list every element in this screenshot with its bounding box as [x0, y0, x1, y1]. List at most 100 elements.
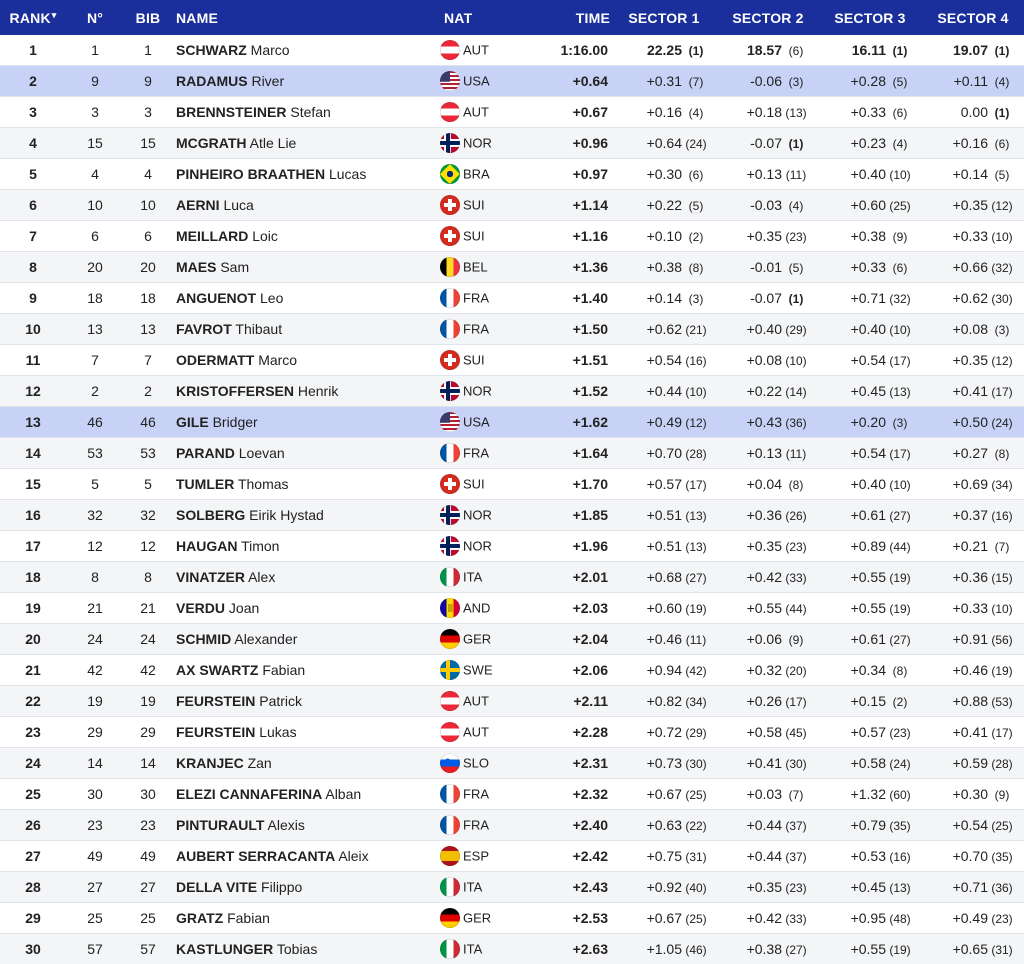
athlete-name-cell[interactable]: HAUGAN Timon	[172, 531, 440, 562]
table-row[interactable]: 241414KRANJEC ZanSLO+2.31+0.73(30)+0.41(…	[0, 748, 1024, 779]
athlete-name-cell[interactable]: MEILLARD Loic	[172, 221, 440, 252]
sector-2-cell: -0.07(1)	[718, 128, 818, 159]
athlete-name-cell[interactable]: VINATZER Alex	[172, 562, 440, 593]
table-row[interactable]: 221919FEURSTEIN PatrickAUT+2.11+0.82(34)…	[0, 686, 1024, 717]
table-row[interactable]: 1555TUMLER ThomasSUI+1.70+0.57(17)+0.04(…	[0, 469, 1024, 500]
table-row[interactable]: 202424SCHMID AlexanderGER+2.04+0.46(11)+…	[0, 624, 1024, 655]
sector-rank: (27)	[682, 571, 710, 585]
athlete-name-cell[interactable]: DELLA VITE Filippo	[172, 872, 440, 903]
table-row[interactable]: 82020MAES SamBEL+1.36+0.38(8)-0.01(5)+0.…	[0, 252, 1024, 283]
nat-header[interactable]: NAT	[440, 0, 530, 35]
bib-header[interactable]: BIB	[124, 0, 172, 35]
table-row[interactable]: 163232SOLBERG Eirik HystadNOR+1.85+0.51(…	[0, 500, 1024, 531]
table-row[interactable]: 232929FEURSTEIN LukasAUT+2.28+0.72(29)+0…	[0, 717, 1024, 748]
table-row[interactable]: 292525GRATZ FabianGER+2.53+0.67(25)+0.42…	[0, 903, 1024, 934]
sector-4-cell: +0.37(16)	[922, 500, 1024, 531]
start-number-cell: 20	[66, 252, 124, 283]
sector-rank: (44)	[886, 540, 914, 554]
athlete-name-cell[interactable]: PINHEIRO BRAATHEN Lucas	[172, 159, 440, 190]
athlete-name-cell[interactable]: VERDU Joan	[172, 593, 440, 624]
rank-cell: 4	[0, 128, 66, 159]
flag-sui-icon	[440, 474, 460, 494]
table-row[interactable]: 305757KASTLUNGER TobiasITA+2.63+1.05(46)…	[0, 934, 1024, 964]
table-row[interactable]: 1222KRISTOFFERSEN HenrikNOR+1.52+0.44(10…	[0, 376, 1024, 407]
no-header[interactable]: N°	[66, 0, 124, 35]
table-row[interactable]: 299RADAMUS RiverUSA+0.64+0.31(7)-0.06(3)…	[0, 66, 1024, 97]
athlete-name-cell[interactable]: MCGRATH Atle Lie	[172, 128, 440, 159]
sector-1-header[interactable]: SECTOR 1	[610, 0, 718, 35]
athlete-name-cell[interactable]: AX SWARTZ Fabian	[172, 655, 440, 686]
sector-value: +0.11	[954, 73, 988, 89]
sector-value: +0.36	[953, 569, 988, 585]
sector-2-header[interactable]: SECTOR 2	[718, 0, 818, 35]
sector-3-cell: +0.61(27)	[818, 500, 922, 531]
flag-sui-icon	[440, 350, 460, 370]
sector-4-header[interactable]: SECTOR 4	[922, 0, 1024, 35]
sector-2-cell: +0.04(8)	[718, 469, 818, 500]
table-row[interactable]: 101313FAVROT ThibautFRA+1.50+0.62(21)+0.…	[0, 314, 1024, 345]
table-row[interactable]: 171212HAUGAN TimonNOR+1.96+0.51(13)+0.35…	[0, 531, 1024, 562]
athlete-name-cell[interactable]: BRENNSTEINER Stefan	[172, 97, 440, 128]
athlete-name-cell[interactable]: SCHMID Alexander	[172, 624, 440, 655]
table-row[interactable]: 1888VINATZER AlexITA+2.01+0.68(27)+0.42(…	[0, 562, 1024, 593]
athlete-name-cell[interactable]: MAES Sam	[172, 252, 440, 283]
table-row[interactable]: 274949AUBERT SERRACANTA AleixESP+2.42+0.…	[0, 841, 1024, 872]
athlete-name-cell[interactable]: SCHWARZ Marco	[172, 35, 440, 66]
nation-code: FRA	[463, 818, 489, 833]
table-row[interactable]: 766MEILLARD LoicSUI+1.16+0.10(2)+0.35(23…	[0, 221, 1024, 252]
table-row[interactable]: 214242AX SWARTZ FabianSWE+2.06+0.94(42)+…	[0, 655, 1024, 686]
rank-header[interactable]: RANK▾	[0, 0, 66, 35]
table-row[interactable]: 134646GILE BridgerUSA+1.62+0.49(12)+0.43…	[0, 407, 1024, 438]
time-cell: +2.28	[530, 717, 610, 748]
table-row[interactable]: 1177ODERMATT MarcoSUI+1.51+0.54(16)+0.08…	[0, 345, 1024, 376]
athlete-name-cell[interactable]: AUBERT SERRACANTA Aleix	[172, 841, 440, 872]
athlete-name-cell[interactable]: RADAMUS River	[172, 66, 440, 97]
table-row[interactable]: 41515MCGRATH Atle LieNOR+0.96+0.64(24)-0…	[0, 128, 1024, 159]
sector-3-cell: +1.32(60)	[818, 779, 922, 810]
table-row[interactable]: 282727DELLA VITE FilippoITA+2.43+0.92(40…	[0, 872, 1024, 903]
athlete-name-cell[interactable]: FAVROT Thibaut	[172, 314, 440, 345]
athlete-name-cell[interactable]: KRISTOFFERSEN Henrik	[172, 376, 440, 407]
athlete-name-cell[interactable]: TUMLER Thomas	[172, 469, 440, 500]
table-row[interactable]: 192121VERDU JoanAND+2.03+0.60(19)+0.55(4…	[0, 593, 1024, 624]
sector-1-cell: +0.46(11)	[610, 624, 718, 655]
sector-rank: (35)	[886, 819, 914, 833]
time-cell: +2.53	[530, 903, 610, 934]
table-row[interactable]: 111SCHWARZ MarcoAUT1:16.0022.25(1)18.57(…	[0, 35, 1024, 66]
table-row[interactable]: 333BRENNSTEINER StefanAUT+0.67+0.16(4)+0…	[0, 97, 1024, 128]
bib-cell: 57	[124, 934, 172, 964]
sector-4-cell: +0.36(15)	[922, 562, 1024, 593]
athlete-name-cell[interactable]: KRANJEC Zan	[172, 748, 440, 779]
name-header[interactable]: NAME	[172, 0, 440, 35]
athlete-name-cell[interactable]: KASTLUNGER Tobias	[172, 934, 440, 964]
athlete-name-cell[interactable]: PINTURAULT Alexis	[172, 810, 440, 841]
athlete-name-cell[interactable]: ANGUENOT Leo	[172, 283, 440, 314]
nation-cell: SUI	[440, 345, 530, 376]
table-row[interactable]: 262323PINTURAULT AlexisFRA+2.40+0.63(22)…	[0, 810, 1024, 841]
time-header[interactable]: TIME	[530, 0, 610, 35]
athlete-name-cell[interactable]: AERNI Luca	[172, 190, 440, 221]
sector-3-header[interactable]: SECTOR 3	[818, 0, 922, 35]
sector-rank: (4)	[682, 106, 710, 120]
sector-value: +0.38	[747, 941, 782, 957]
athlete-name-cell[interactable]: GRATZ Fabian	[172, 903, 440, 934]
nation-cell: FRA	[440, 779, 530, 810]
athlete-name-cell[interactable]: ELEZI CANNAFERINA Alban	[172, 779, 440, 810]
athlete-name-cell[interactable]: SOLBERG Eirik Hystad	[172, 500, 440, 531]
athlete-name-cell[interactable]: FEURSTEIN Patrick	[172, 686, 440, 717]
table-row[interactable]: 61010AERNI LucaSUI+1.14+0.22(5)-0.03(4)+…	[0, 190, 1024, 221]
table-row[interactable]: 544PINHEIRO BRAATHEN LucasBRA+0.97+0.30(…	[0, 159, 1024, 190]
table-row[interactable]: 253030ELEZI CANNAFERINA AlbanFRA+2.32+0.…	[0, 779, 1024, 810]
table-row[interactable]: 145353PARAND LoevanFRA+1.64+0.70(28)+0.1…	[0, 438, 1024, 469]
sector-value: +0.54	[953, 817, 988, 833]
table-row[interactable]: 91818ANGUENOT LeoFRA+1.40+0.14(3)-0.07(1…	[0, 283, 1024, 314]
bib-cell: 21	[124, 593, 172, 624]
athlete-name-cell[interactable]: GILE Bridger	[172, 407, 440, 438]
athlete-first-name: Marco	[258, 352, 297, 368]
athlete-last-name: BRENNSTEINER	[176, 104, 286, 120]
sector-value: +0.54	[851, 445, 886, 461]
flag-and-icon	[440, 598, 460, 618]
athlete-name-cell[interactable]: FEURSTEIN Lukas	[172, 717, 440, 748]
athlete-name-cell[interactable]: PARAND Loevan	[172, 438, 440, 469]
athlete-name-cell[interactable]: ODERMATT Marco	[172, 345, 440, 376]
